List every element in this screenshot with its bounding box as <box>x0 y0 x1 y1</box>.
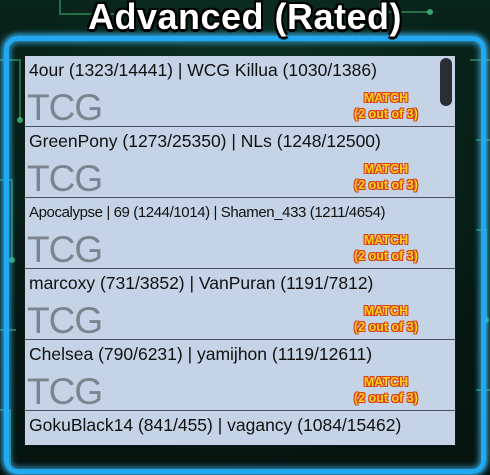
match-badge: MATCH (2 out of 3) <box>341 303 431 335</box>
match-badge: MATCH (2 out of 3) <box>341 232 431 264</box>
game-players: Apocalypse | 69 (1244/1014) | Shamen_433… <box>29 204 386 221</box>
format-label: TCG <box>27 229 103 270</box>
match-badge: MATCH (2 out of 3) <box>341 161 431 193</box>
game-row[interactable]: marcoxy (731/3852) | VanPuran (1191/7812… <box>25 269 455 341</box>
game-players: Chelsea (790/6231) | yamijhon (1119/1261… <box>29 344 373 364</box>
games-list: 4our (1323/14441) | WCG Killua (1030/138… <box>24 56 456 445</box>
match-count: (2 out of 3) <box>354 107 418 121</box>
format-label: TCG <box>27 87 103 128</box>
format-label: TCG <box>27 158 103 199</box>
page-title: Advanced (Rated) <box>87 0 403 37</box>
format-label: TCG <box>27 371 103 412</box>
match-badge: MATCH (2 out of 3) <box>341 90 431 122</box>
game-players: GokuBlack14 (841/455) | vagancy (1084/15… <box>29 415 402 435</box>
game-players: GreenPony (1273/25350) | NLs (1248/12500… <box>29 131 381 151</box>
format-label: TCG <box>27 300 103 341</box>
match-count: (2 out of 3) <box>354 249 418 263</box>
game-row[interactable]: GreenPony (1273/25350) | NLs (1248/12500… <box>25 127 455 199</box>
match-count: (2 out of 3) <box>354 320 418 334</box>
match-count: (2 out of 3) <box>354 178 418 192</box>
match-label: MATCH <box>363 233 409 247</box>
game-row[interactable]: 4our (1323/14441) | WCG Killua (1030/138… <box>25 56 455 128</box>
match-label: MATCH <box>363 162 409 176</box>
match-label: MATCH <box>363 375 409 389</box>
game-row[interactable]: GokuBlack14 (841/455) | vagancy (1084/15… <box>25 411 455 445</box>
game-row[interactable]: Apocalypse | 69 (1244/1014) | Shamen_433… <box>25 198 455 270</box>
game-players: 4our (1323/14441) | WCG Killua (1030/138… <box>29 60 377 80</box>
game-players: marcoxy (731/3852) | VanPuran (1191/7812… <box>29 273 374 293</box>
match-label: MATCH <box>363 304 409 318</box>
scrollbar-thumb[interactable] <box>440 58 452 106</box>
game-row[interactable]: Chelsea (790/6231) | yamijhon (1119/1261… <box>25 340 455 412</box>
match-label: MATCH <box>363 91 409 105</box>
match-badge: MATCH (2 out of 3) <box>341 374 431 406</box>
match-count: (2 out of 3) <box>354 391 418 405</box>
